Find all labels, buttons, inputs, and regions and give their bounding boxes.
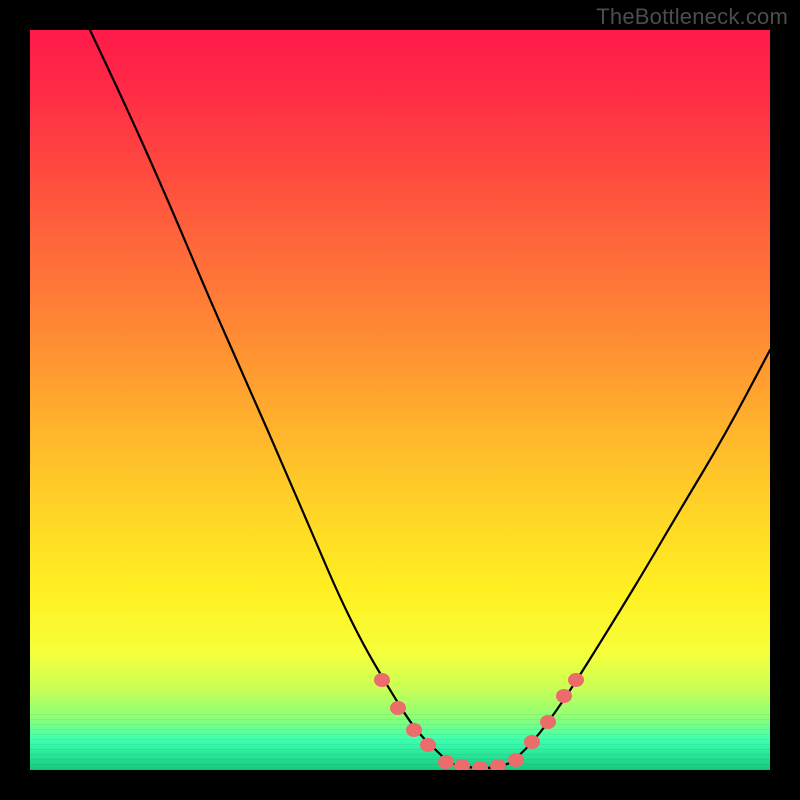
marker-markers-bottom (454, 759, 470, 770)
marker-markers-left (420, 738, 436, 752)
curve-left-curve (90, 30, 448, 762)
marker-markers-right (556, 689, 572, 703)
marker-markers-left (390, 701, 406, 715)
marker-markers-left (374, 673, 390, 687)
series-group (90, 30, 770, 770)
curve-right-curve (512, 350, 770, 762)
marker-markers-bottom (508, 753, 524, 767)
marker-markers-bottom (438, 755, 454, 769)
chart-frame: TheBottleneck.com (0, 0, 800, 800)
marker-markers-bottom (472, 761, 488, 770)
plot-area (30, 30, 770, 770)
marker-markers-right (568, 673, 584, 687)
watermark-text: TheBottleneck.com (596, 4, 788, 30)
marker-markers-bottom (490, 759, 506, 770)
chart-svg (30, 30, 770, 770)
marker-markers-right (540, 715, 556, 729)
marker-markers-right (524, 735, 540, 749)
marker-markers-left (406, 723, 422, 737)
